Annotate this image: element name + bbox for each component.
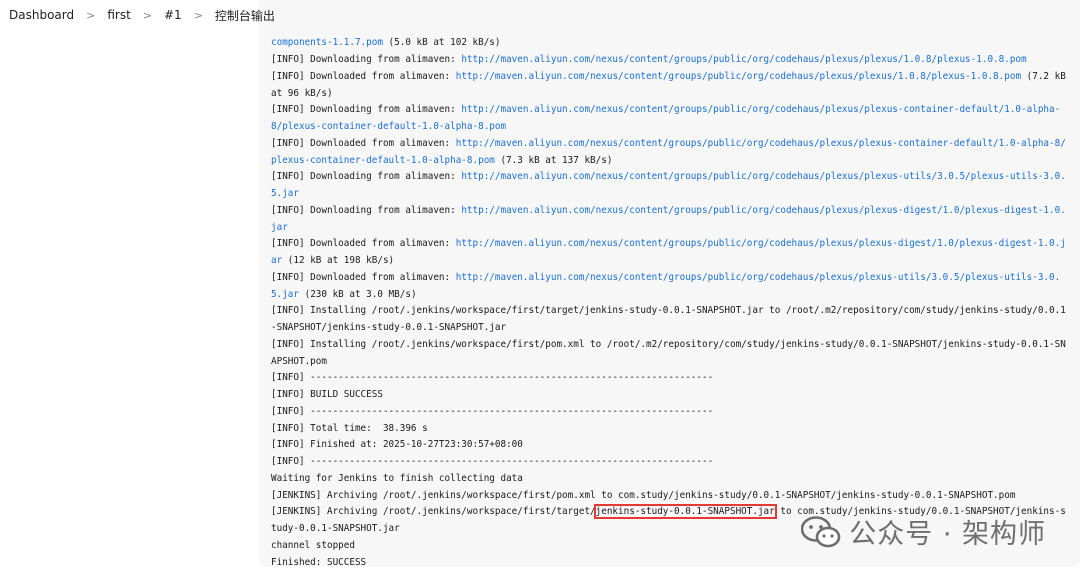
console-line: [INFO] Downloaded from alimaven: http://… <box>271 69 1071 103</box>
console-text: (5.0 kB at 102 kB/s) <box>382 37 501 49</box>
console-text: [INFO] Downloaded from alimaven: <box>271 70 456 82</box>
watermark-text: 公众号 · 架构师 <box>849 519 1046 550</box>
chevron-right-icon: > <box>193 8 203 22</box>
console-text: [INFO] ---------------------------------… <box>271 405 714 417</box>
console-text: [INFO] ---------------------------------… <box>271 372 714 384</box>
console-text: [INFO] Total time: 38.396 s <box>271 422 428 434</box>
console-text: [JENKINS] Archiving /root/.jenkins/works… <box>271 506 596 518</box>
console-text: (12 kB at 198 kB/s) <box>282 255 395 267</box>
console-text: [INFO] Downloading from alimaven: <box>271 54 462 66</box>
console-line: [INFO] Downloading from alimaven: http:/… <box>271 52 1071 69</box>
console-link[interactable]: http://maven.aliyun.com/nexus/content/gr… <box>456 71 1021 82</box>
console-text: Waiting for Jenkins to finish collecting… <box>271 472 523 484</box>
console-text: (230 kB at 3.0 MB/s) <box>299 288 417 300</box>
console-text: [INFO] Downloading from alimaven: <box>271 104 462 116</box>
console-line: [INFO] Downloading from alimaven: http:/… <box>271 102 1071 136</box>
console-line: components-1.1.7.pom (5.0 kB at 102 kB/s… <box>271 35 1071 52</box>
console-line: [INFO] ---------------------------------… <box>271 404 1071 421</box>
console-text: [INFO] Downloaded from alimaven: <box>271 271 456 283</box>
console-line: [INFO] Downloading from alimaven: http:/… <box>271 203 1071 237</box>
watermark: 公众号 · 架构师 <box>801 512 1046 551</box>
chevron-right-icon: > <box>142 8 152 22</box>
console-line: [INFO] Downloaded from alimaven: http://… <box>271 136 1071 170</box>
breadcrumb-dashboard[interactable]: Dashboard <box>9 8 74 22</box>
console-output: components-1.1.7.pom (5.0 kB at 102 kB/s… <box>271 35 1071 571</box>
console-text: (7.3 kB at 137 kB/s) <box>494 154 613 166</box>
console-line: [INFO] Total time: 38.396 s <box>271 421 1071 438</box>
console-text: [INFO] Finished at: 2025-10-27T23:30:57+… <box>271 439 523 451</box>
console-text: [INFO] Downloading from alimaven: <box>271 204 462 216</box>
console-line: Waiting for Jenkins to finish collecting… <box>271 471 1071 488</box>
console-line: [INFO] Downloading from alimaven: http:/… <box>271 169 1071 203</box>
breadcrumb: Dashboard > first > #1 > 控制台输出 <box>0 0 1080 30</box>
console-text: [INFO] Downloaded from alimaven: <box>271 137 456 149</box>
console-text: [INFO] Downloaded from alimaven: <box>271 238 456 250</box>
console-text: [INFO] Installing /root/.jenkins/workspa… <box>271 338 1066 367</box>
console-line: [INFO] Finished at: 2025-10-27T23:30:57+… <box>271 437 1071 454</box>
console-text: [INFO] Downloading from alimaven: <box>271 171 462 183</box>
console-text: Finished: SUCCESS <box>271 556 367 568</box>
console-text: channel stopped <box>271 539 355 551</box>
console-text: [INFO] ---------------------------------… <box>271 456 714 468</box>
breadcrumb-job-first[interactable]: first <box>107 8 130 22</box>
console-line: [JENKINS] Archiving /root/.jenkins/works… <box>271 488 1071 505</box>
console-line: [INFO] ---------------------------------… <box>271 370 1071 387</box>
console-line: Finished: SUCCESS <box>271 555 1071 572</box>
console-line: [INFO] Downloaded from alimaven: http://… <box>271 270 1071 304</box>
breadcrumb-console-output: 控制台输出 <box>214 8 275 23</box>
breadcrumb-build-number[interactable]: #1 <box>164 8 182 22</box>
console-text: [JENKINS] Archiving /root/.jenkins/works… <box>271 489 1016 501</box>
chevron-right-icon: > <box>86 8 96 22</box>
console-link[interactable]: http://maven.aliyun.com/nexus/content/gr… <box>461 54 1026 65</box>
console-line: [INFO] BUILD SUCCESS <box>271 387 1071 404</box>
console-line: [INFO] ---------------------------------… <box>271 454 1071 471</box>
highlighted-artifact: jenkins-study-0.0.1-SNAPSHOT.jar <box>593 504 777 520</box>
wechat-icon <box>801 515 841 547</box>
console-link[interactable]: components-1.1.7.pom <box>271 37 383 48</box>
console-line: [INFO] Downloaded from alimaven: http://… <box>271 236 1071 270</box>
console-text: [INFO] BUILD SUCCESS <box>271 389 383 401</box>
console-text: [INFO] Installing /root/.jenkins/workspa… <box>271 305 1066 334</box>
console-line: [INFO] Installing /root/.jenkins/workspa… <box>271 337 1071 371</box>
console-line: [INFO] Installing /root/.jenkins/workspa… <box>271 303 1071 337</box>
